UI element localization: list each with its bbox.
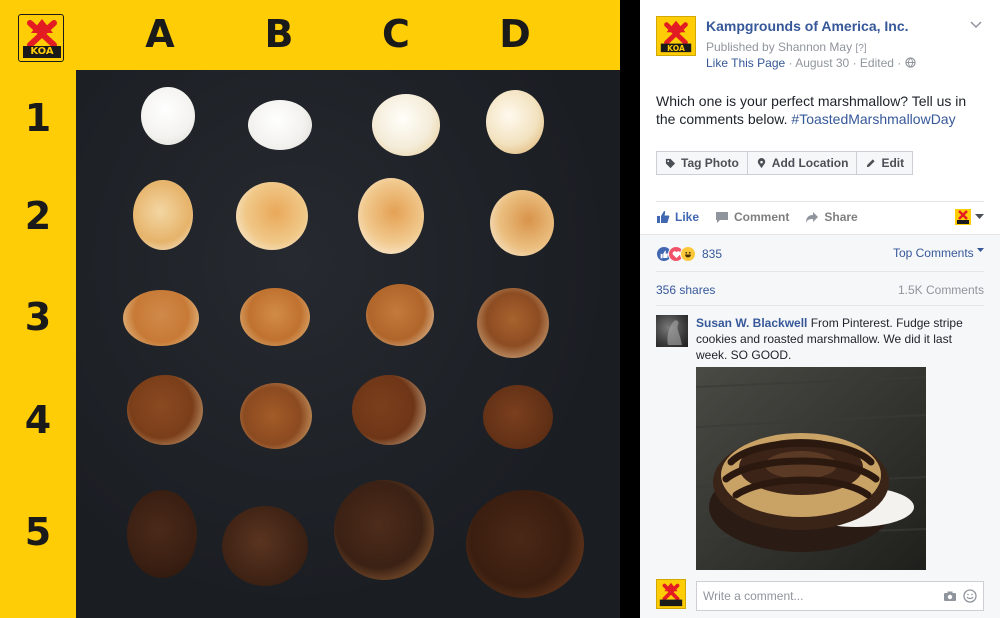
marshmallow bbox=[141, 87, 195, 145]
post-meta: Like This Page · August 30 · Edited · bbox=[706, 56, 916, 70]
reactions-summary[interactable]: 835 bbox=[656, 246, 722, 262]
comment-composer[interactable] bbox=[696, 581, 984, 611]
row-label-2: 2 bbox=[24, 194, 52, 238]
marshmallow bbox=[236, 182, 308, 250]
page-avatar[interactable]: KOA bbox=[656, 16, 696, 56]
comments-count-link[interactable]: 1.5K Comments bbox=[898, 283, 984, 297]
post-as-selector[interactable] bbox=[955, 209, 984, 225]
marshmallow bbox=[123, 290, 199, 346]
publisher-line: Published by Shannon May [?] bbox=[706, 40, 867, 54]
emoji-icon[interactable] bbox=[963, 589, 977, 603]
column-label-d: D bbox=[499, 12, 531, 56]
hashtag-link[interactable]: #ToastedMarshmallowDay bbox=[791, 111, 955, 127]
row-label-5: 5 bbox=[24, 510, 52, 554]
share-arrow-icon bbox=[806, 212, 819, 223]
marshmallow bbox=[133, 180, 193, 250]
marshmallow bbox=[352, 375, 426, 445]
koa-logo: KOA bbox=[18, 14, 64, 62]
marshmallow-board bbox=[76, 70, 620, 618]
reaction-count[interactable]: 835 bbox=[702, 247, 722, 261]
post-feedback-section: 835 Top Comments 356 shares 1.5K Comment… bbox=[640, 234, 1000, 618]
comment-input[interactable] bbox=[703, 589, 937, 603]
caret-down-icon bbox=[977, 248, 984, 252]
photo-actions: Tag Photo Add Location Edit bbox=[656, 151, 914, 175]
edited-label[interactable]: Edited bbox=[860, 56, 894, 70]
marshmallow bbox=[466, 490, 584, 598]
add-location-button[interactable]: Add Location bbox=[746, 151, 858, 175]
add-location-label: Add Location bbox=[771, 156, 849, 170]
post-action-bar: Like Comment Share bbox=[656, 208, 984, 226]
caret-down-icon bbox=[975, 214, 984, 219]
commenter-name-link[interactable]: Susan W. Blackwell bbox=[696, 316, 807, 330]
facebook-post-panel: KOA Kampgrounds of America, Inc. Publish… bbox=[640, 0, 1000, 618]
column-label-c: C bbox=[382, 12, 410, 56]
globe-icon bbox=[904, 56, 916, 70]
published-help-link[interactable]: [?] bbox=[855, 43, 866, 54]
comment-label: Comment bbox=[734, 210, 790, 224]
marshmallow bbox=[366, 284, 434, 346]
tag-icon bbox=[665, 158, 676, 168]
marshmallow bbox=[127, 375, 203, 445]
comment-sort-label: Top Comments bbox=[892, 246, 974, 260]
like-page-link[interactable]: Like This Page bbox=[706, 56, 785, 70]
comment-icon bbox=[716, 212, 729, 223]
marshmallow bbox=[372, 94, 440, 156]
post-options-chevron-icon[interactable] bbox=[970, 18, 982, 32]
marshmallow bbox=[334, 480, 434, 580]
thumbs-up-icon bbox=[657, 211, 670, 223]
published-by-text: Published by Shannon May bbox=[706, 40, 853, 54]
marshmallow bbox=[127, 490, 197, 578]
edit-label: Edit bbox=[881, 156, 905, 170]
pencil-icon bbox=[867, 158, 876, 167]
comment-photo[interactable] bbox=[696, 367, 926, 570]
svg-text:KOA: KOA bbox=[667, 44, 685, 53]
page-name-link[interactable]: Kampgrounds of America, Inc. bbox=[706, 18, 909, 34]
panel-divider bbox=[620, 0, 640, 618]
comment-body: Susan W. Blackwell From Pinterest. Fudge… bbox=[696, 315, 986, 363]
row-label-1: 1 bbox=[24, 96, 52, 140]
post-photo[interactable]: KOA A B C D 1 2 3 4 5 bbox=[0, 0, 620, 618]
location-pin-icon bbox=[757, 157, 765, 168]
row-label-3: 3 bbox=[24, 295, 52, 339]
marshmallow bbox=[240, 383, 312, 449]
composer-avatar bbox=[656, 579, 686, 609]
divider bbox=[656, 305, 984, 306]
share-button[interactable]: Share bbox=[805, 210, 858, 224]
marshmallow bbox=[477, 288, 549, 358]
marshmallow bbox=[490, 190, 554, 256]
share-label: Share bbox=[824, 210, 858, 224]
haha-reaction-icon bbox=[680, 246, 696, 262]
tag-photo-button[interactable]: Tag Photo bbox=[656, 151, 748, 175]
row-label-4: 4 bbox=[24, 398, 52, 442]
marshmallow bbox=[222, 506, 308, 586]
koa-avatar-icon bbox=[955, 209, 971, 225]
comment-button[interactable]: Comment bbox=[715, 210, 789, 224]
marshmallow bbox=[486, 90, 544, 154]
shares-count-link[interactable]: 356 shares bbox=[656, 283, 715, 297]
camera-icon[interactable] bbox=[943, 589, 957, 603]
comment-sort-dropdown[interactable]: Top Comments bbox=[893, 246, 984, 260]
post-date[interactable]: August 30 bbox=[795, 56, 849, 70]
koa-logo-text: KOA bbox=[30, 46, 54, 57]
commenter-avatar[interactable] bbox=[656, 315, 688, 347]
like-label: Like bbox=[675, 210, 700, 224]
tag-photo-label: Tag Photo bbox=[681, 156, 739, 170]
column-label-b: B bbox=[264, 12, 294, 56]
divider bbox=[656, 201, 984, 202]
marshmallow bbox=[240, 288, 310, 346]
marshmallow bbox=[248, 100, 312, 150]
marshmallow bbox=[483, 385, 553, 449]
edit-button[interactable]: Edit bbox=[856, 151, 914, 175]
marshmallow bbox=[358, 178, 424, 254]
post-text: Which one is your perfect marshmallow? T… bbox=[656, 92, 986, 128]
divider bbox=[656, 271, 984, 272]
column-label-a: A bbox=[145, 12, 175, 56]
like-button[interactable]: Like bbox=[656, 210, 699, 224]
